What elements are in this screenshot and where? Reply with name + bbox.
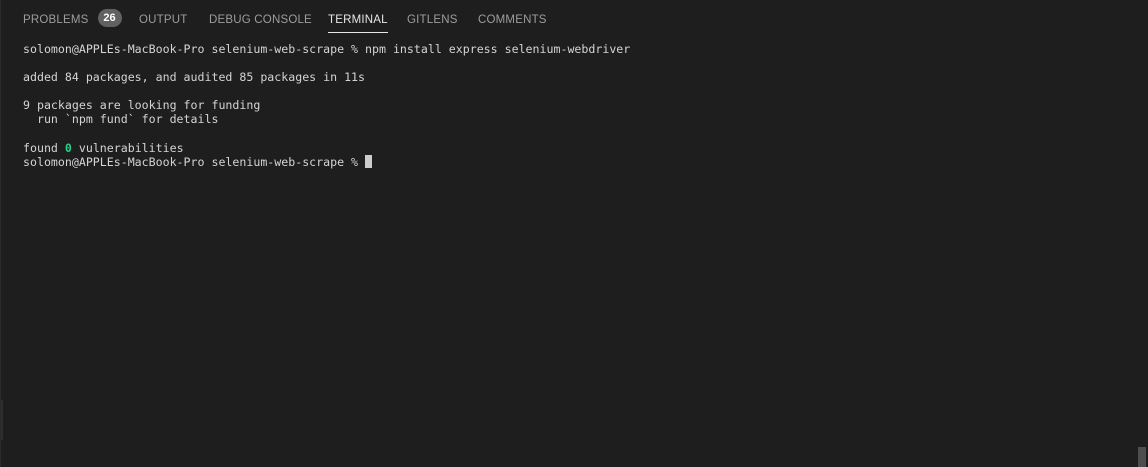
tab-gitlens[interactable]: GITLENS [407,0,458,40]
terminal-prompt: solomon@APPLEs-MacBook-Pro selenium-web-… [23,154,366,169]
scrollbar-thumb[interactable] [1138,447,1146,467]
tab-problems[interactable]: PROBLEMS 26 [23,0,122,40]
tab-output[interactable]: OUTPUT [139,0,187,40]
tab-gitlens-label: GITLENS [407,14,458,26]
tab-debug-console-label: DEBUG CONSOLE [209,14,312,26]
vuln-suffix: vulnerabilities [71,140,184,155]
problems-count-badge: 26 [97,9,122,28]
tab-problems-label: PROBLEMS [23,14,89,26]
terminal-funding-line: 9 packages are looking for funding [23,98,261,113]
terminal-cursor [365,154,373,168]
tab-terminal[interactable]: TERMINAL [328,0,388,40]
vuln-prefix: found [23,140,65,155]
terminal-fund-hint: run `npm fund` for details [23,112,219,127]
terminal-install-summary: added 84 packages, and audited 85 packag… [23,70,366,85]
terminal-scrollbar[interactable] [1136,40,1148,467]
panel-tab-bar: PROBLEMS 26 OUTPUT DEBUG CONSOLE TERMINAL… [1,0,1148,40]
terminal-vulnerabilities-line: found 0 vulnerabilities [23,141,1135,155]
terminal-output[interactable]: solomon@APPLEs-MacBook-Pro selenium-web-… [1,42,1135,467]
tab-terminal-label: TERMINAL [328,14,388,26]
tab-output-label: OUTPUT [139,14,188,26]
terminal-prompt-line: solomon@APPLEs-MacBook-Pro selenium-web-… [23,154,1135,169]
tab-comments[interactable]: COMMENTS [478,0,547,40]
tab-comments-label: COMMENTS [478,14,547,26]
panel-edge-divider [1,400,3,440]
vuln-count: 0 [64,140,72,155]
terminal-panel: PROBLEMS 26 OUTPUT DEBUG CONSOLE TERMINAL… [0,0,1148,467]
tab-debug-console[interactable]: DEBUG CONSOLE [209,0,312,40]
terminal-command-line: solomon@APPLEs-MacBook-Pro selenium-web-… [23,42,631,56]
